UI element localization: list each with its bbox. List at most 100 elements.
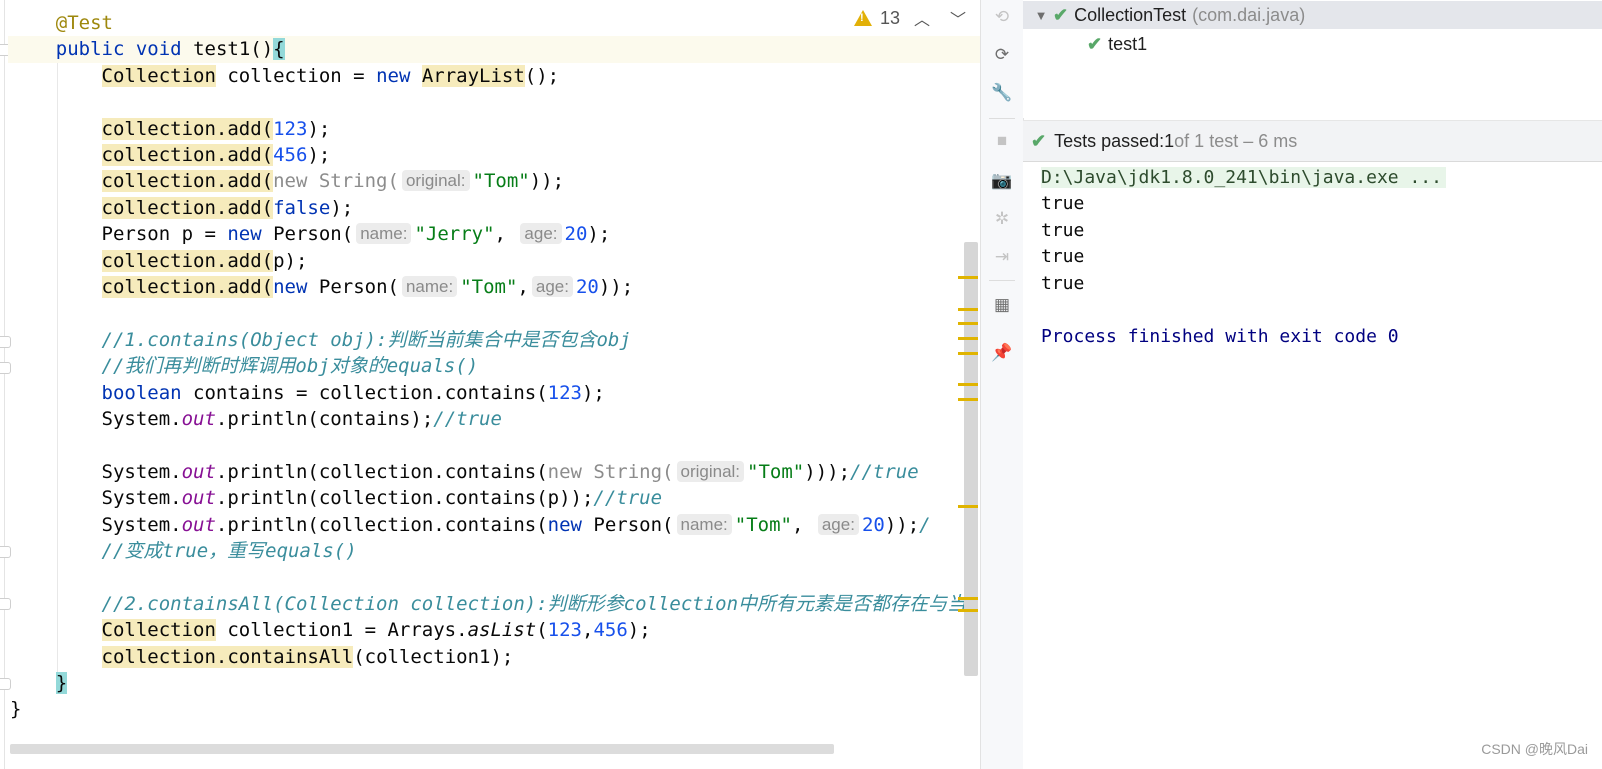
- code-token: .println(collection.contains(: [215, 513, 548, 536]
- code-line[interactable]: @Test: [10, 10, 113, 37]
- code-token: 123: [547, 381, 582, 404]
- code-line[interactable]: //2.containsAll(Collection collection):判…: [10, 591, 967, 618]
- code-line[interactable]: collection.add(p);: [10, 248, 307, 275]
- warning-stripe[interactable]: [958, 609, 978, 612]
- warning-stripe[interactable]: [958, 597, 978, 600]
- up-chevron-icon[interactable]: ︿: [908, 6, 936, 30]
- tree-item-test-method[interactable]: ✔ test1: [1087, 30, 1147, 58]
- code-line[interactable]: System.out.println(collection.contains(p…: [10, 485, 663, 512]
- dump-threads-camera-icon[interactable]: 📷: [991, 170, 1013, 192]
- tests-passed-check-icon: ✔: [1031, 130, 1047, 151]
- code-line[interactable]: collection.add(123);: [10, 116, 330, 143]
- tree-item-test-class[interactable]: ▼ ✔ CollectionTest (com.dai.java): [1023, 1, 1602, 29]
- warning-stripe[interactable]: [958, 337, 978, 340]
- code-line[interactable]: Person p = new Person(name: "Jerry", age:…: [10, 221, 610, 248]
- inspection-widget[interactable]: 13 ︿ ﹀: [853, 6, 972, 30]
- warning-stripe[interactable]: [958, 505, 978, 508]
- code-token: );: [581, 381, 605, 404]
- code-token: .println(collection.contains(: [215, 460, 548, 483]
- code-token: ,: [494, 223, 518, 246]
- warning-stripe[interactable]: [958, 352, 978, 355]
- code-line[interactable]: boolean contains = collection.contains(1…: [10, 380, 605, 407]
- warning-stripe[interactable]: [958, 383, 978, 386]
- code-token: new String(: [273, 170, 399, 193]
- rerun-failed-icon[interactable]: ⟲: [991, 6, 1013, 28]
- debug-bug-icon[interactable]: ✲: [991, 208, 1013, 230]
- code-token: );: [307, 117, 331, 140]
- code-token: contains = collection.contains(: [181, 381, 548, 404]
- test-class-package: (com.dai.java): [1192, 4, 1306, 25]
- code-token: out: [181, 513, 216, 536]
- test-passed-check-icon: ✔: [1053, 4, 1069, 25]
- layout-icon[interactable]: ▦: [991, 294, 1013, 316]
- code-line[interactable]: //我们再判断时辉调用obj对象的equals(): [10, 353, 479, 380]
- code-token: collection.add(: [101, 276, 274, 298]
- code-token: collection.add(: [101, 144, 274, 166]
- code-line[interactable]: }: [10, 696, 21, 723]
- code-token: out: [181, 408, 216, 430]
- parameter-hint: original:: [401, 170, 470, 192]
- code-token: "Tom": [460, 276, 518, 298]
- console-output-line: true: [1041, 193, 1085, 214]
- console-output[interactable]: D:\Java\jdk1.8.0_241\bin\java.exe ... tr…: [1023, 162, 1602, 769]
- code-line[interactable]: collection.add(false);: [10, 195, 353, 222]
- warning-stripe[interactable]: [958, 322, 978, 325]
- code-line[interactable]: System.out.println(contains);//true: [10, 406, 502, 433]
- code-token: new: [547, 513, 582, 536]
- code-token: out: [181, 487, 216, 510]
- code-token: p);: [273, 249, 308, 272]
- code-line[interactable]: System.out.println(collection.contains(n…: [10, 459, 919, 486]
- code-token: Person p =: [10, 223, 228, 246]
- warning-stripe[interactable]: [958, 398, 978, 401]
- code-line[interactable]: collection.add(new String(original: "Tom"…: [10, 168, 564, 195]
- code-line[interactable]: public void test1(){: [10, 36, 285, 63]
- stop-icon[interactable]: ■: [991, 130, 1013, 152]
- parameter-hint: original:: [676, 460, 745, 482]
- toolbar-separator: [989, 118, 1015, 119]
- console-command[interactable]: D:\Java\jdk1.8.0_241\bin\java.exe ...: [1041, 167, 1446, 188]
- code-token: )));: [804, 460, 851, 483]
- code-line[interactable]: //1.contains(Object obj):判断当前集合中是否包含obj: [10, 327, 631, 354]
- exit-icon[interactable]: ⇥: [991, 246, 1013, 268]
- down-chevron-icon[interactable]: ﹀: [944, 6, 972, 30]
- warning-count[interactable]: 13: [880, 8, 900, 29]
- warning-stripe[interactable]: [958, 308, 978, 311]
- code-token: "Tom": [747, 460, 805, 483]
- console-command-line[interactable]: D:\Java\jdk1.8.0_241\bin\java.exe ...: [1041, 164, 1446, 191]
- chevron-down-icon[interactable]: ▼: [1029, 8, 1053, 23]
- code-line[interactable]: collection.containsAll(collection1);: [10, 644, 513, 671]
- code-token: new: [376, 64, 411, 87]
- code-token: collection.add(: [101, 249, 274, 272]
- code-token: new: [227, 223, 262, 246]
- code-token: ,: [582, 619, 594, 642]
- toggle-auto-test-icon[interactable]: ⟳: [991, 44, 1013, 66]
- code-line[interactable]: System.out.println(collection.contains(n…: [10, 512, 931, 539]
- code-line[interactable]: Collection collection1 = Arrays.asList(1…: [10, 617, 651, 644]
- code-editor[interactable]: @Test public void test1(){ Collection co…: [0, 0, 1000, 769]
- status-rest: of 1 test – 6 ms: [1174, 130, 1298, 151]
- settings-wrench-icon[interactable]: 🔧: [991, 82, 1013, 104]
- code-line[interactable]: //变成true，重写equals(): [10, 538, 357, 565]
- code-token: out: [181, 460, 216, 483]
- pin-tab-icon[interactable]: 📌: [991, 342, 1013, 364]
- code-token: (: [536, 619, 548, 642]
- warning-stripe[interactable]: [958, 276, 978, 279]
- code-line[interactable]: }: [10, 670, 68, 697]
- code-token: collection.containsAll: [101, 645, 354, 668]
- code-line[interactable]: collection.add(new Person(name: "Tom", age…: [10, 274, 633, 301]
- code-token: ArrayList: [421, 64, 525, 87]
- code-token: //true: [850, 460, 919, 483]
- code-line[interactable]: collection.add(456);: [10, 142, 330, 169]
- code-line[interactable]: Collection collection = new ArrayList();: [10, 63, 559, 90]
- editor-horizontal-scrollbar[interactable]: [10, 744, 834, 754]
- code-token: .println(collection.contains(p));: [215, 487, 594, 510]
- code-token: }: [55, 672, 68, 694]
